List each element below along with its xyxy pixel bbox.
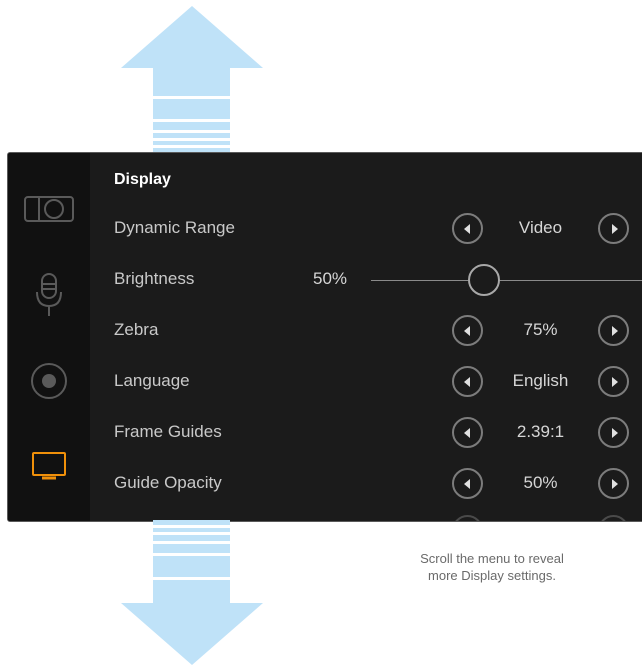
setting-label: Dynamic Range [114, 218, 235, 237]
next-option-button[interactable] [598, 417, 629, 448]
next-option-button[interactable] [598, 468, 629, 499]
setting-label: Frame Guides [114, 422, 222, 441]
setting-row-guide-opacity: Guide Opacity 50% [90, 459, 642, 510]
setting-label: Guide Opacity [114, 473, 222, 492]
left-arrow-icon [464, 428, 470, 438]
next-option-button[interactable] [598, 366, 629, 397]
record-icon[interactable] [18, 356, 80, 406]
microphone-icon[interactable] [18, 270, 80, 320]
partial-previous-option-button [452, 515, 483, 521]
right-arrow-icon [612, 224, 618, 234]
menu-title: Display [114, 171, 171, 188]
setting-row-dynamic-range: Dynamic Range Video [90, 204, 642, 255]
previous-option-button[interactable] [452, 468, 483, 499]
partial-next-option-button [598, 515, 629, 521]
setting-label: Language [114, 371, 190, 390]
menu-sidebar [8, 153, 90, 521]
setting-label: Brightness [114, 269, 195, 288]
setting-row-brightness: Brightness 50% [90, 255, 642, 306]
brightness-value: 50% [313, 269, 348, 288]
brightness-slider-track[interactable] [371, 280, 642, 281]
previous-option-button[interactable] [452, 315, 483, 346]
setting-row-zebra: Zebra 75% [90, 306, 642, 357]
previous-option-button[interactable] [452, 417, 483, 448]
scroll-down-arrow-icon [121, 520, 263, 665]
setting-value: 50% [523, 473, 558, 492]
caption-line-1: Scroll the menu to reveal [420, 551, 564, 566]
previous-option-button[interactable] [452, 213, 483, 244]
setting-value: 75% [523, 320, 558, 339]
next-option-button[interactable] [598, 213, 629, 244]
camera-icon[interactable] [18, 184, 80, 234]
next-option-button[interactable] [598, 315, 629, 346]
camera-menu-panel: Display Dynamic Range Video Brightness 5… [7, 152, 642, 522]
right-arrow-icon [612, 428, 618, 438]
setting-row-language: Language English [90, 357, 642, 408]
display-menu: Display Dynamic Range Video Brightness 5… [90, 153, 642, 521]
left-arrow-icon [464, 479, 470, 489]
setting-value: 2.39:1 [516, 422, 565, 441]
brightness-slider-knob[interactable] [468, 264, 500, 296]
scroll-up-arrow-icon [121, 6, 263, 154]
caption-line-2: more Display settings. [428, 568, 556, 583]
setting-row-frame-guides: Frame Guides 2.39:1 [90, 408, 642, 459]
left-arrow-icon [464, 224, 470, 234]
setting-value: English [512, 371, 569, 390]
scroll-hint-caption: Scroll the menu to reveal more Display s… [395, 550, 589, 584]
display-icon[interactable] [18, 443, 80, 493]
left-arrow-icon [464, 326, 470, 336]
right-arrow-icon [612, 377, 618, 387]
setting-label: Zebra [114, 320, 159, 339]
right-arrow-icon [612, 326, 618, 336]
right-arrow-icon [612, 479, 618, 489]
previous-option-button[interactable] [452, 366, 483, 397]
setting-value: Video [518, 218, 563, 237]
left-arrow-icon [464, 377, 470, 387]
